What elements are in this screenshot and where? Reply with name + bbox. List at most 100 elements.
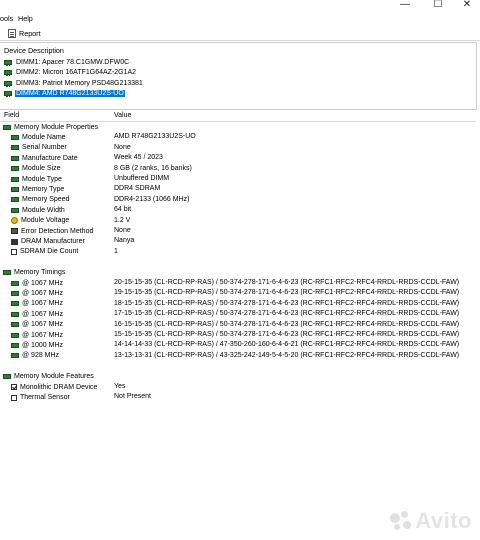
value-cell: 17-15-15-35 (CL-RCD-RP-RAS) / 50-374-278… <box>114 310 460 318</box>
field-cell: Module Voltage <box>11 216 69 226</box>
device-item-dimm4[interactable]: DIMM4: AMD R748G2133U2S-UO <box>4 89 144 100</box>
field-cell: Manufacture Date <box>11 153 78 163</box>
group-row[interactable]: Memory Module Features <box>0 372 476 382</box>
field-cell: @ 1067 MHz <box>11 299 63 309</box>
property-row[interactable]: SDRAM Die Count 1 <box>0 247 476 257</box>
checkbox-unchecked-icon <box>11 394 17 401</box>
avito-watermark: Avito <box>390 508 472 534</box>
field-label: Memory Module Properties <box>14 123 99 131</box>
field-label: Manufacture Date <box>22 154 78 162</box>
field-label: Module Width <box>22 206 65 214</box>
value-cell: 13-13-13-31 (CL-RCD-RP-RAS) / 43-325-242… <box>114 351 460 359</box>
field-label: Error Detection Method <box>21 227 94 235</box>
value-cell: 1 <box>114 247 118 255</box>
value-cell: None <box>114 227 131 234</box>
memory-module-icon <box>11 155 19 161</box>
field-column-header[interactable]: Field <box>4 112 19 119</box>
device-item-label: DIMM1: Apacer 78.C1GMW.DFW0C <box>16 58 130 66</box>
field-label: @ 1067 MHz <box>22 290 63 298</box>
value-cell: DDR4 SDRAM <box>114 185 161 193</box>
property-row[interactable]: @ 1000 MHz 14-14-14-33 (CL-RCD-RP-RAS) / … <box>0 340 476 350</box>
memory-module-icon <box>11 353 19 359</box>
group-row[interactable]: Memory Timings <box>0 268 476 278</box>
value-column-header[interactable]: Value <box>114 112 131 119</box>
property-row[interactable]: Module Size 8 GB (2 ranks, 16 banks) <box>0 164 476 174</box>
field-cell: Memory Timings <box>3 268 65 278</box>
value-cell: 14-14-14-33 (CL-RCD-RP-RAS) / 47-350-260… <box>114 341 460 349</box>
property-row[interactable]: Serial Number None <box>0 143 476 153</box>
property-row[interactable]: @ 1067 MHz 16-15-15-35 (CL-RCD-RP-RAS) / … <box>0 320 476 330</box>
property-row[interactable]: Module Name AMD R748G2133U2S-UO <box>0 132 476 142</box>
field-label: Monolithic DRAM Device <box>20 383 98 391</box>
property-row[interactable]: @ 1067 MHz 15-15-15-35 (CL-RCD-RP-RAS) / … <box>0 330 476 340</box>
value-cell: None <box>114 143 131 151</box>
property-row[interactable]: Memory Speed DDR4-2133 (1066 MHz) <box>0 195 476 205</box>
property-row[interactable]: @ 1067 MHz 17-15-15-35 (CL-RCD-RP-RAS) / … <box>0 309 476 319</box>
property-row[interactable]: @ 928 MHz 13-13-13-31 (CL-RCD-RP-RAS) / 4… <box>0 351 476 361</box>
property-row[interactable]: Module Width 64 bit <box>0 205 476 215</box>
report-button[interactable]: Report <box>8 27 41 39</box>
device-item-dimm1[interactable]: DIMM1: Apacer 78.C1GMW.DFW0C <box>4 57 144 68</box>
property-row[interactable]: Error Detection Method None <box>0 226 476 236</box>
memory-module-icon <box>11 197 19 203</box>
field-cell: @ 1067 MHz <box>11 278 63 288</box>
field-cell: Memory Speed <box>11 195 69 205</box>
field-label: @ 1067 MHz <box>22 331 63 339</box>
close-button[interactable]: ✕ <box>452 0 480 12</box>
device-item-dimm2[interactable]: DIMM2: Micron 16ATF1G64AZ-2G1A2 <box>4 68 144 79</box>
field-label: Module Name <box>22 134 66 142</box>
value-cell: 15-15-15-35 (CL-RCD-RP-RAS) / 50-374-278… <box>114 331 460 338</box>
field-label: @ 1067 MHz <box>22 300 63 308</box>
property-row[interactable]: Memory Type DDR4 SDRAM <box>0 184 476 194</box>
field-cell: Thermal Sensor <box>11 392 70 402</box>
memory-module-icon <box>11 311 19 317</box>
manufacturer-icon <box>11 238 18 245</box>
value-cell: 64 bit <box>114 206 132 214</box>
memory-module-icon <box>11 343 19 349</box>
device-item-dimm3[interactable]: DIMM3: Patriot Memory PSD48G213381 <box>4 78 144 89</box>
avito-wordmark: Avito <box>415 508 472 533</box>
memory-module-icon <box>3 374 11 380</box>
property-row[interactable]: Module Voltage 1.2 V <box>0 216 476 226</box>
memory-module-icon <box>3 124 11 130</box>
property-row[interactable]: @ 1067 MHz 20-15-15-35 (CL-RCD-RP-RAS) / … <box>0 278 476 288</box>
field-cell: @ 1067 MHz <box>11 288 63 298</box>
device-description-header: Device Description <box>4 46 64 55</box>
field-label: DRAM Manufacturer <box>21 238 85 246</box>
device-list: DIMM1: Apacer 78.C1GMW.DFW0C DIMM2: Micro… <box>4 57 144 99</box>
property-row[interactable]: Manufacture Date Week 45 / 2023 <box>0 153 476 163</box>
property-row[interactable]: @ 1067 MHz 18-15-15-35 (CL-RCD-RP-RAS) / … <box>0 299 476 309</box>
field-label: Module Voltage <box>21 217 70 225</box>
memory-module-icon <box>11 207 19 213</box>
device-description-panel: Device Description DIMM1: Apacer 78.C1GM… <box>0 42 477 110</box>
memory-module-icon <box>11 135 19 141</box>
property-row[interactable]: DRAM Manufacturer Nanya <box>0 236 476 246</box>
field-label: Memory Type <box>22 186 65 194</box>
memory-module-icon <box>11 322 19 328</box>
property-row[interactable]: Monolithic DRAM Device Yes <box>0 382 476 392</box>
field-label: Module Type <box>22 175 62 183</box>
value-cell: AMD R748G2133U2S-UO <box>114 133 196 141</box>
field-cell: SDRAM Die Count <box>11 247 78 257</box>
value-cell: 18-15-15-35 (CL-RCD-RP-RAS) / 50-374-278… <box>114 299 460 307</box>
device-item-label: DIMM4: AMD R748G2133U2S-UO <box>15 90 125 98</box>
field-label: Memory Module Features <box>14 373 94 381</box>
field-label: SDRAM Die Count <box>20 248 79 256</box>
maximize-button[interactable]: ☐ <box>423 0 453 12</box>
memory-module-icon <box>11 280 19 286</box>
property-row[interactable]: Module Type Unbuffered DIMM <box>0 174 476 184</box>
field-label: @ 1067 MHz <box>22 279 63 287</box>
field-label: @ 1067 MHz <box>22 321 63 329</box>
value-cell: Yes <box>114 383 126 390</box>
memory-module-icon <box>11 291 19 297</box>
menu-help[interactable]: Help <box>18 14 33 23</box>
table-header: Field Value <box>0 111 476 122</box>
menu-tools[interactable]: ools <box>0 14 13 23</box>
field-label: Module Size <box>22 165 61 173</box>
property-row[interactable]: Thermal Sensor Not Present <box>0 392 476 402</box>
group-row[interactable]: Memory Module Properties <box>0 122 476 132</box>
report-label: Report <box>19 28 41 38</box>
minimize-button[interactable]: — <box>390 0 420 12</box>
field-cell: @ 1067 MHz <box>11 309 63 319</box>
property-row[interactable]: @ 1067 MHz 19-15-15-35 (CL-RCD-RP-RAS) / … <box>0 288 476 298</box>
